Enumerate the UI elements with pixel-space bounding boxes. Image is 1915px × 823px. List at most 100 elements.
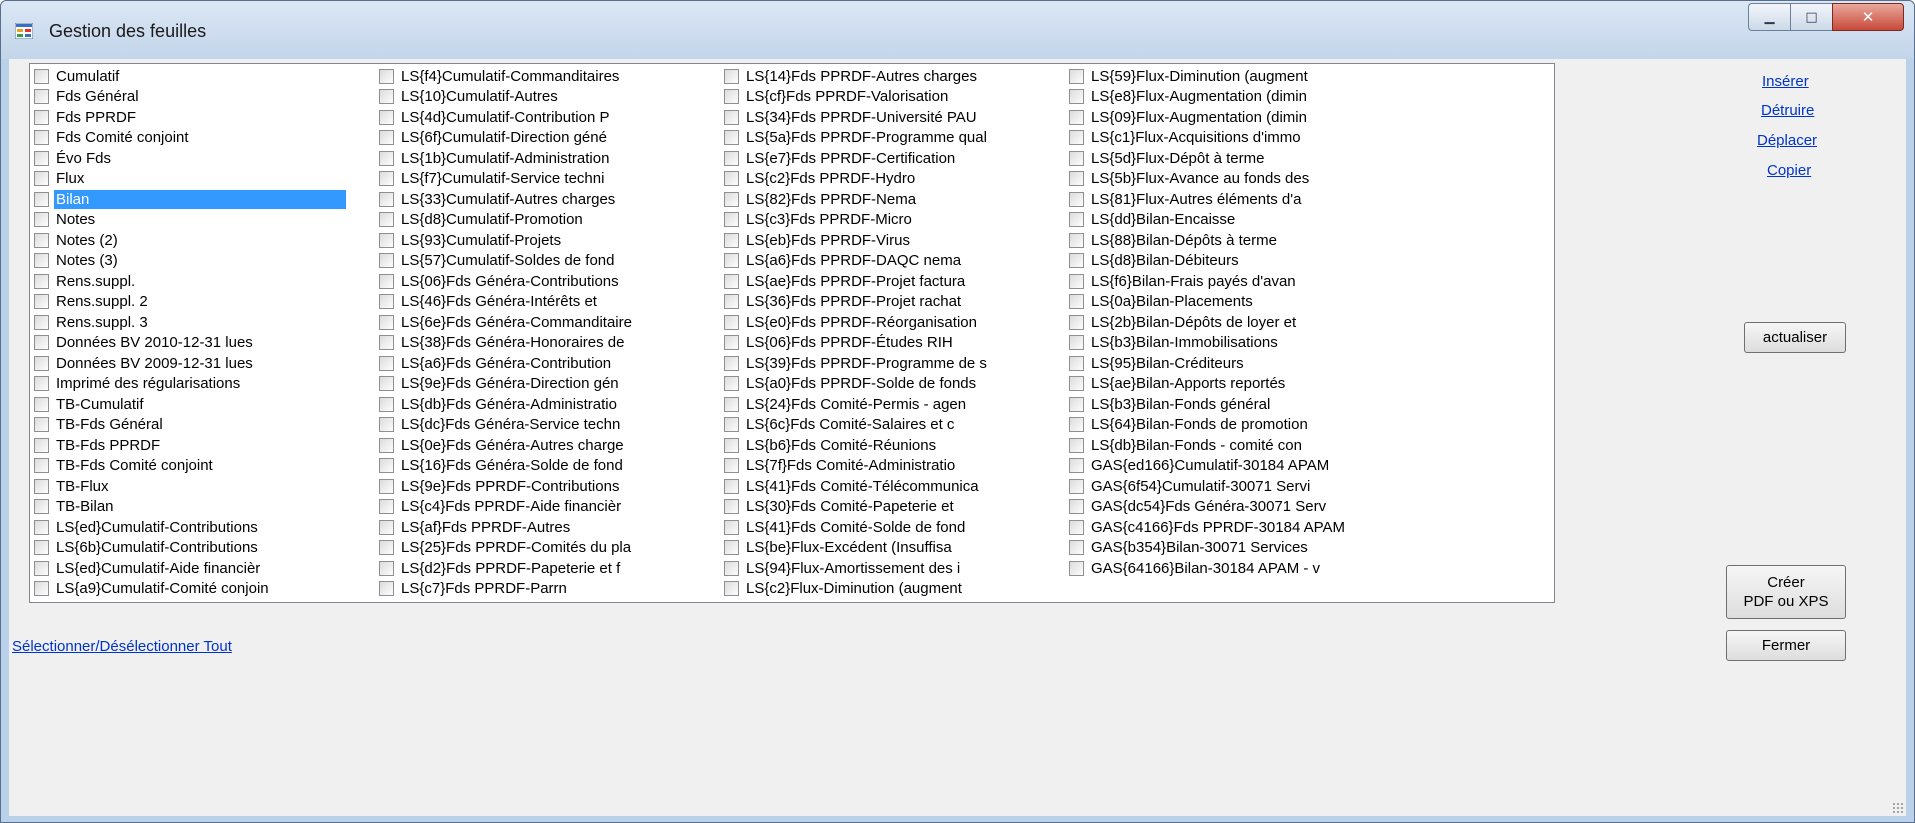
sheet-checkbox[interactable] [724,499,739,515]
sheet-checkbox[interactable] [724,294,739,310]
sheet-checkbox[interactable] [724,253,739,269]
sheet-checkbox[interactable] [379,109,394,125]
sheet-item[interactable]: GAS{dc54}Fds Généra-30071 Serv [1065,497,1348,518]
sheet-checkbox[interactable] [379,499,394,515]
sheet-item[interactable]: LS{c2}Flux-Diminution (augment [720,579,990,600]
sheet-checkbox[interactable] [724,519,739,535]
copy-link[interactable]: Copier [1767,162,1811,179]
sheet-item[interactable]: LS{f7}Cumulatif-Service techni [375,169,635,190]
sheet-checkbox[interactable] [379,150,394,166]
sheet-item[interactable]: LS{09}Flux-Augmentation (dimin [1065,107,1348,128]
refresh-button[interactable]: actualiser [1744,322,1846,353]
sheet-checkbox[interactable] [1069,171,1084,187]
sheet-checkbox[interactable] [1069,89,1084,105]
sheet-checkbox[interactable] [724,130,739,146]
sheet-checkbox[interactable] [379,130,394,146]
sheet-item[interactable]: Notes [30,210,346,231]
delete-link[interactable]: Détruire [1761,102,1814,119]
sheet-item[interactable]: LS{dc}Fds Généra-Service techn [375,415,635,436]
create-pdf-button[interactable]: Créer PDF ou XPS [1726,565,1846,619]
resize-grip[interactable] [1892,802,1904,814]
sheet-checkbox[interactable] [34,130,49,146]
sheet-item[interactable]: TB-Fds Comité conjoint [30,456,346,477]
sheet-item[interactable]: LS{06}Fds PPRDF-Études RIH [720,333,990,354]
sheet-checkbox[interactable] [1069,437,1084,453]
sheet-checkbox[interactable] [1069,191,1084,207]
close-button[interactable]: Fermer [1726,630,1846,661]
sheet-checkbox[interactable] [379,212,394,228]
sheet-checkbox[interactable] [724,314,739,330]
sheet-checkbox[interactable] [724,581,739,597]
sheet-item[interactable]: LS{94}Flux-Amortissement des i [720,558,990,579]
sheet-checkbox[interactable] [1069,273,1084,289]
sheet-item[interactable]: LS{d8}Bilan-Débiteurs [1065,251,1348,272]
sheet-checkbox[interactable] [724,437,739,453]
sheet-item[interactable]: LS{06}Fds Généra-Contributions [375,271,635,292]
sheet-checkbox[interactable] [379,171,394,187]
sheet-item[interactable]: LS{b3}Bilan-Immobilisations [1065,333,1348,354]
sheet-checkbox[interactable] [34,355,49,371]
sheet-item[interactable]: LS{4d}Cumulatif-Contribution P [375,107,635,128]
sheet-item[interactable]: LS{b3}Bilan-Fonds général [1065,394,1348,415]
sheet-checkbox[interactable] [34,396,49,412]
sheet-checkbox[interactable] [34,109,49,125]
close-window-button[interactable]: ✕ [1832,3,1904,31]
sheet-checkbox[interactable] [1069,232,1084,248]
sheet-item[interactable]: Flux [30,169,346,190]
sheet-item[interactable]: GAS{b354}Bilan-30071 Services [1065,538,1348,559]
sheet-checkbox[interactable] [724,376,739,392]
sheet-checkbox[interactable] [34,253,49,269]
sheet-checkbox[interactable] [34,68,49,84]
sheet-checkbox[interactable] [724,335,739,351]
sheet-checkbox[interactable] [34,191,49,207]
sheet-checkbox[interactable] [379,376,394,392]
sheet-item[interactable]: LS{af}Fds PPRDF-Autres [375,517,635,538]
sheet-checkbox[interactable] [34,581,49,597]
sheet-checkbox[interactable] [1069,150,1084,166]
minimize-button[interactable]: ▁ [1748,3,1790,31]
sheet-item[interactable]: LS{ed}Cumulatif-Aide financièr [30,558,346,579]
sheet-item[interactable]: LS{9e}Fds PPRDF-Contributions [375,476,635,497]
sheet-checkbox[interactable] [34,232,49,248]
sheet-item[interactable]: LS{39}Fds PPRDF-Programme de s [720,353,990,374]
sheet-checkbox[interactable] [379,191,394,207]
sheet-checkbox[interactable] [379,478,394,494]
sheet-checkbox[interactable] [34,499,49,515]
sheet-checkbox[interactable] [1069,417,1084,433]
sheet-checkbox[interactable] [724,273,739,289]
sheet-checkbox[interactable] [34,89,49,105]
sheet-item[interactable]: LS{9e}Fds Généra-Direction gén [375,374,635,395]
sheet-checkbox[interactable] [724,191,739,207]
sheet-item[interactable]: LS{6c}Fds Comité-Salaires et c [720,415,990,436]
sheet-item[interactable]: LS{f6}Bilan-Frais payés d'avan [1065,271,1348,292]
sheet-item[interactable]: LS{ae}Fds PPRDF-Projet factura [720,271,990,292]
sheet-checkbox[interactable] [1069,109,1084,125]
sheet-item[interactable]: LS{e7}Fds PPRDF-Certification [720,148,990,169]
sheet-item[interactable]: LS{a6}Fds Généra-Contribution [375,353,635,374]
sheet-checkbox[interactable] [379,458,394,474]
sheet-item[interactable]: LS{41}Fds Comité-Télécommunica [720,476,990,497]
sheet-item[interactable]: LS{a0}Fds PPRDF-Solde de fonds [720,374,990,395]
toggle-all-link[interactable]: Sélectionner/Désélectionner Tout [12,638,232,655]
sheet-item[interactable]: Rens.suppl. 3 [30,312,346,333]
sheet-checkbox[interactable] [379,294,394,310]
sheet-item[interactable]: LS{30}Fds Comité-Papeterie et [720,497,990,518]
sheet-item[interactable]: Fds Général [30,87,346,108]
sheet-checkbox[interactable] [379,560,394,576]
sheet-item[interactable]: TB-Flux [30,476,346,497]
sheet-item[interactable]: LS{be}Flux-Excédent (Insuffisa [720,538,990,559]
sheet-item[interactable]: LS{eb}Fds PPRDF-Virus [720,230,990,251]
sheet-checkbox[interactable] [724,212,739,228]
sheet-item[interactable]: LS{a9}Cumulatif-Comité conjoin [30,579,346,600]
sheet-item[interactable]: LS{ae}Bilan-Apports reportés [1065,374,1348,395]
sheet-checkbox[interactable] [1069,314,1084,330]
sheet-checkbox[interactable] [1069,212,1084,228]
sheet-checkbox[interactable] [34,212,49,228]
sheet-item[interactable]: LS{81}Flux-Autres éléments d'a [1065,189,1348,210]
sheet-item[interactable]: GAS{c4166}Fds PPRDF-30184 APAM [1065,517,1348,538]
sheet-checkbox[interactable] [379,437,394,453]
sheet-checkbox[interactable] [379,519,394,535]
sheet-item[interactable]: LS{46}Fds Généra-Intérêts et [375,292,635,313]
sheet-checkbox[interactable] [724,355,739,371]
sheet-item[interactable]: GAS{64166}Bilan-30184 APAM - v [1065,558,1348,579]
